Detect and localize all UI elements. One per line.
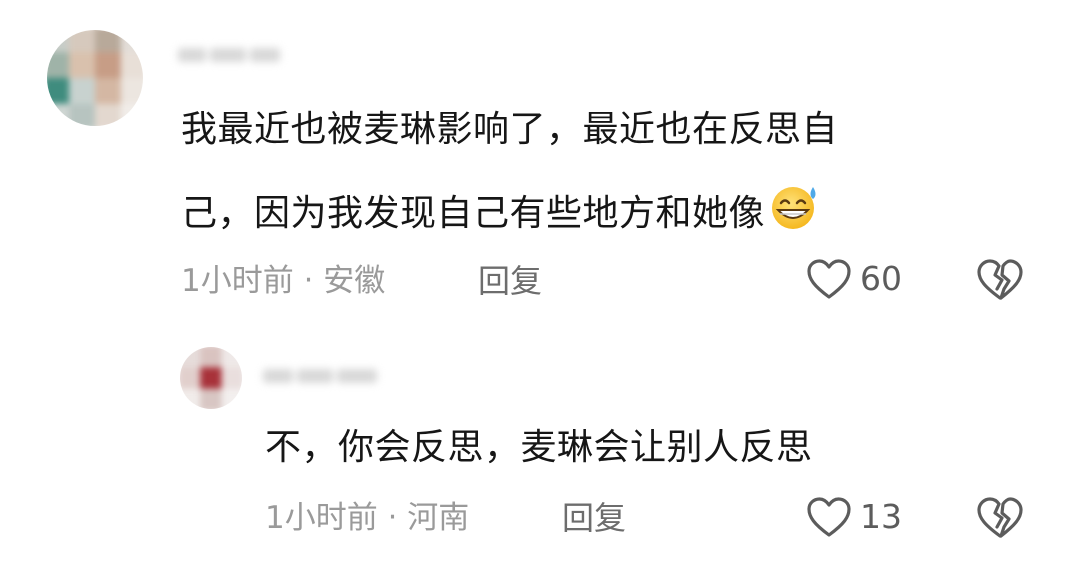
like-count: 60	[860, 259, 902, 298]
reply-button[interactable]: 回复	[562, 498, 626, 538]
reply-meta: 1小时前 · 河南	[265, 498, 469, 538]
reply-text: 不，你会反思，麦琳会让别人反思	[265, 427, 813, 468]
username-blurred[interactable]	[263, 363, 385, 389]
comment-text-line-1: 我最近也被麦琳影响了，最近也在反思自	[181, 109, 839, 150]
reply-location: 河南	[407, 500, 470, 536]
comment-text-line-2-text: 己，因为我发现自己有些地方和她像	[181, 193, 766, 234]
comment-item: 我最近也被麦琳影响了，最近也在反思自 己，因为我发现自己有些地方和她像 1小时前	[0, 0, 1081, 330]
heart-outline-icon	[807, 497, 851, 537]
avatar[interactable]	[180, 347, 242, 409]
username-blurred[interactable]	[178, 42, 288, 68]
broken-heart-icon	[977, 497, 1023, 538]
comment-location: 安徽	[323, 263, 386, 299]
comment-text-line-2: 己，因为我发现自己有些地方和她像	[181, 183, 823, 243]
broken-heart-icon	[977, 259, 1023, 300]
like-button[interactable]: 60	[806, 258, 902, 300]
grinning-face-with-sweat-icon	[767, 183, 823, 243]
comment-time: 1小时前	[181, 263, 294, 299]
dislike-button[interactable]	[976, 258, 1024, 306]
dislike-button[interactable]	[976, 496, 1024, 544]
reply-time: 1小时前	[265, 500, 378, 536]
meta-separator: ·	[303, 263, 314, 298]
reply-comment-item: 不，你会反思，麦琳会让别人反思 1小时前 · 河南 回复 13	[0, 330, 1081, 561]
like-button[interactable]: 13	[806, 496, 902, 538]
meta-separator: ·	[387, 500, 398, 535]
heart-outline-icon	[807, 259, 851, 299]
like-count: 13	[860, 497, 902, 536]
comment-meta: 1小时前 · 安徽	[181, 261, 385, 301]
reply-button[interactable]: 回复	[478, 261, 542, 301]
avatar[interactable]	[47, 30, 143, 126]
